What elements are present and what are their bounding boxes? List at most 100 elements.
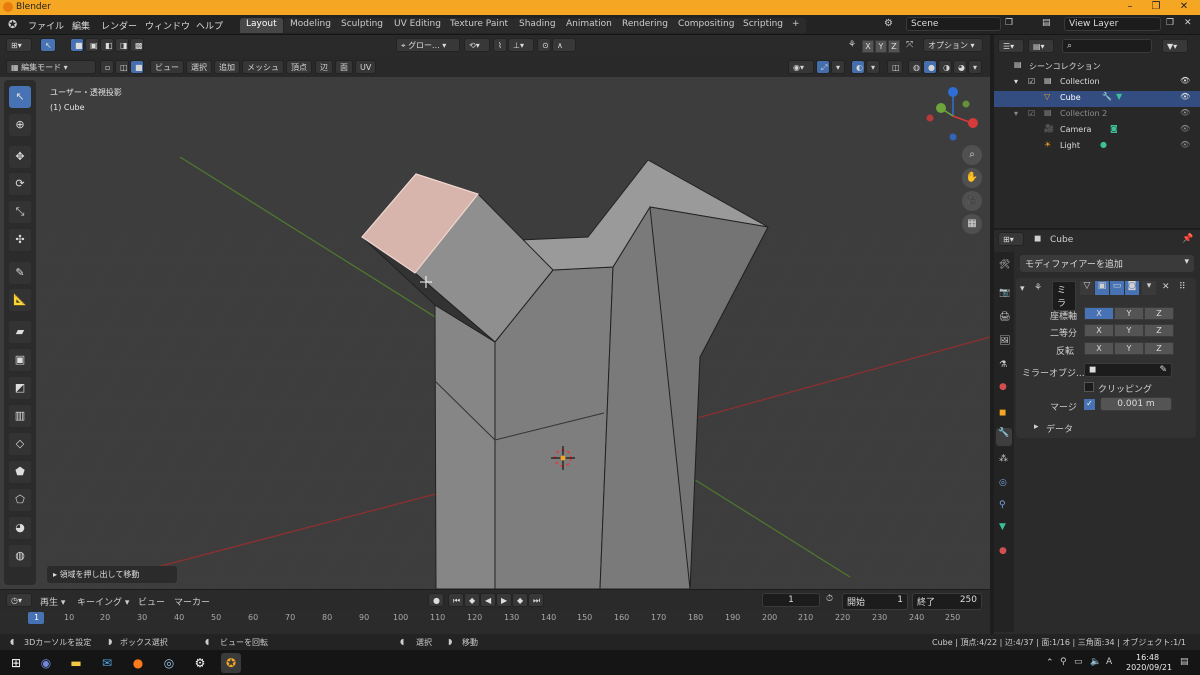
menu-render[interactable]: レンダー <box>101 19 137 32</box>
select-intersect-icon[interactable]: ▩ <box>130 38 144 52</box>
select-invert-icon[interactable]: ◨ <box>115 38 129 52</box>
clock-time[interactable]: 16:48 <box>1136 653 1159 662</box>
notification-icon[interactable]: ▤ <box>1180 657 1189 667</box>
mode-dropdown[interactable]: ▦ 編集モード ▾ <box>6 60 96 74</box>
axis-z-toggle[interactable]: Z <box>1144 307 1174 320</box>
outliner-item-collection[interactable]: ▾ ☑ ▤ Collection 👁 <box>994 75 1200 91</box>
menu-face[interactable]: 面 <box>335 60 353 74</box>
transform-orientation-dropdown[interactable]: ⌖ グロー... ▾ <box>396 38 460 52</box>
particles-tab-icon[interactable]: ⁂ <box>999 454 1008 464</box>
flip-z-toggle[interactable]: Z <box>1144 342 1174 355</box>
expand-arrow-icon[interactable]: ▾ <box>1014 77 1018 86</box>
menu-add[interactable]: 追加 <box>214 60 240 74</box>
xray-icon[interactable]: ◫ <box>887 60 903 74</box>
modifier-name-field[interactable]: ミラ <box>1052 281 1076 311</box>
play-icon[interactable]: ▶ <box>496 593 512 607</box>
view-layer-icon[interactable]: ▤ <box>1042 18 1051 28</box>
data-tab-icon[interactable]: ▼ <box>999 522 1006 532</box>
file-explorer-icon[interactable]: ▬ <box>66 653 86 673</box>
viewport-toggle-icon[interactable]: ▭ <box>1110 281 1124 295</box>
physics-tab-icon[interactable]: ◎ <box>999 478 1007 488</box>
menu-vertex[interactable]: 頂点 <box>286 60 312 74</box>
tab-shading[interactable]: Shading <box>513 18 562 33</box>
3d-viewport[interactable] <box>0 77 990 589</box>
material-shading-icon[interactable]: ◑ <box>938 60 952 74</box>
proportional-edit-icon[interactable]: ⊙ <box>537 38 551 52</box>
tab-sculpting[interactable]: Sculpting <box>335 18 390 33</box>
flip-y-toggle[interactable]: Y <box>1114 342 1144 355</box>
next-keyframe-icon[interactable]: ◆ <box>512 593 528 607</box>
blender-taskbar-icon[interactable]: ✪ <box>221 653 241 673</box>
render-tab-icon[interactable]: 📷 <box>999 288 1010 298</box>
mirror-axis-x[interactable]: X <box>862 40 874 53</box>
menu-view[interactable]: ビュー <box>150 60 184 74</box>
menu-edit[interactable]: 編集 <box>72 19 90 32</box>
current-frame-field[interactable]: 1 <box>762 593 820 607</box>
vertex-select-icon[interactable]: ▫ <box>100 60 114 74</box>
modifier-wrench-icon[interactable]: 🔧 <box>1102 92 1112 101</box>
eyedropper-icon[interactable]: ✎ <box>1159 365 1167 375</box>
snap-target-dropdown[interactable]: ⊥▾ <box>508 38 534 52</box>
select-subtract-icon[interactable]: ◧ <box>100 38 114 52</box>
menu-mesh[interactable]: メッシュ <box>242 60 284 74</box>
outliner-search-input[interactable]: ⌕ <box>1062 39 1152 53</box>
eye-icon[interactable]: 👁 <box>1180 92 1190 101</box>
play-reverse-icon[interactable]: ◀ <box>480 593 496 607</box>
tab-uv-editing[interactable]: UV Editing <box>388 18 447 33</box>
select-new-icon[interactable]: ■ <box>70 38 84 52</box>
menu-marker[interactable]: マーカー <box>174 595 210 608</box>
tray-display-icon[interactable]: ▭ <box>1074 657 1083 667</box>
last-operator-panel[interactable]: ▸ 領域を押し出して移動 <box>47 566 177 583</box>
mesh-front-face[interactable] <box>434 304 496 589</box>
render-toggle-icon[interactable]: ◙ <box>1125 281 1139 295</box>
outliner-item-cube[interactable]: ▽ Cube 🔧 ▼ 👁 <box>994 91 1200 107</box>
menu-file[interactable]: ファイル <box>28 19 64 32</box>
add-modifier-dropdown[interactable]: モディファイアーを追加 ▾ <box>1020 255 1194 272</box>
modifier-tab-icon[interactable]: 🔧 <box>996 428 1012 446</box>
extrude-tool-icon[interactable]: ▰ <box>9 321 31 343</box>
timeline[interactable]: 1 10 20 30 40 50 60 70 80 90 100 110 120… <box>0 610 990 634</box>
clock-date[interactable]: 2020/09/21 <box>1126 663 1172 672</box>
view-layer-copy-icon[interactable]: ❐ <box>1166 18 1174 28</box>
navigation-gizmo[interactable] <box>922 85 984 147</box>
world-tab-icon[interactable]: ● <box>999 382 1007 392</box>
outliner-editor-type-button[interactable]: ☰▾ <box>998 39 1024 53</box>
solid-shading-icon[interactable]: ● <box>923 60 937 74</box>
auto-merge-icon[interactable]: ⤧ <box>906 40 913 50</box>
axis-y-toggle[interactable]: Y <box>1114 307 1144 320</box>
tab-animation[interactable]: Animation <box>560 18 618 33</box>
expand-arrow-icon[interactable]: ▾ <box>1014 109 1018 118</box>
bisect-z-toggle[interactable]: Z <box>1144 324 1174 337</box>
overlay-icon[interactable]: ◐ <box>851 60 865 74</box>
drag-handle-icon[interactable]: ⠿ <box>1179 282 1186 292</box>
eye-icon[interactable]: 👁 <box>1180 76 1190 85</box>
output-tab-icon[interactable]: 🖨 <box>999 312 1010 322</box>
pin-icon[interactable]: 📌 <box>1182 234 1193 244</box>
clipping-checkbox[interactable] <box>1084 382 1094 392</box>
tray-ime-icon[interactable]: A <box>1106 657 1112 667</box>
edge-select-icon[interactable]: ◫ <box>115 60 129 74</box>
bevel-tool-icon[interactable]: ◩ <box>9 377 31 399</box>
menu-uv[interactable]: UV <box>355 60 377 74</box>
eye-icon[interactable]: 👁 <box>1180 140 1190 149</box>
outliner-item-camera[interactable]: 🎥 Camera ◙ 👁 <box>994 123 1200 139</box>
timeline-editor-type-button[interactable]: ◷▾ <box>6 593 32 607</box>
light-data-icon[interactable]: ● <box>1100 140 1107 149</box>
mirror-axis-z[interactable]: Z <box>888 40 900 53</box>
tab-compositing[interactable]: Compositing <box>672 18 741 33</box>
tab-texture-paint[interactable]: Texture Paint <box>444 18 515 33</box>
mirror-icon[interactable]: ⚘ <box>848 40 856 50</box>
camera-data-icon[interactable]: ◙ <box>1110 124 1118 133</box>
mesh-data-icon[interactable]: ▼ <box>1116 92 1122 101</box>
cursor-tool-icon[interactable]: ⊕ <box>9 114 31 136</box>
menu-edge[interactable]: 辺 <box>315 60 333 74</box>
shrink-fatten-tool-icon[interactable]: ◍ <box>9 545 31 567</box>
menu-keying[interactable]: キーイング ▾ <box>77 595 129 608</box>
material-tab-icon[interactable]: ● <box>999 546 1007 556</box>
options-dropdown[interactable]: オプション ▾ <box>923 38 983 52</box>
view-layer-selector[interactable]: View Layer <box>1064 17 1161 31</box>
discord-icon[interactable]: ◉ <box>36 653 56 673</box>
gizmo-x-icon[interactable] <box>968 118 978 128</box>
data-subpanel-arrow-icon[interactable]: ▸ <box>1034 422 1039 432</box>
bisect-y-toggle[interactable]: Y <box>1114 324 1144 337</box>
